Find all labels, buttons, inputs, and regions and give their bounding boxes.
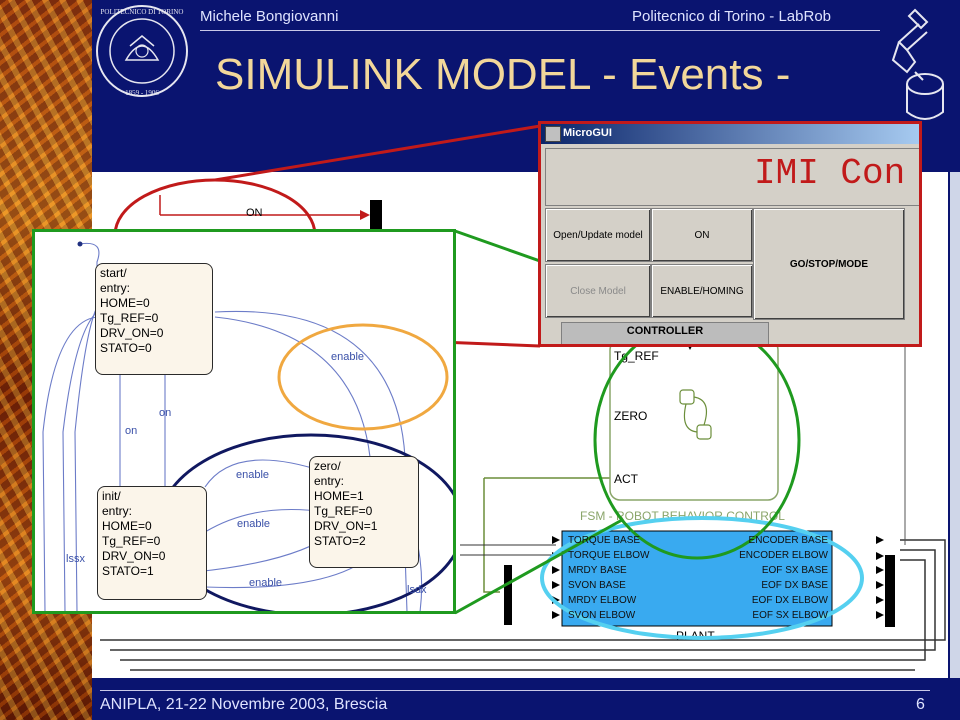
microgui-title: MicroGUI [563,127,612,139]
open-update-model-button[interactable]: Open/Update model [545,208,651,262]
plant-input-2: MRDY BASE [568,565,627,576]
orange-highlight-ellipse [277,323,449,431]
state-init-line: HOME=0 [102,519,152,533]
fsm-port-act: ACT [614,472,639,486]
plant-input-1: TORQUE ELBOW [568,550,650,561]
transition-label-enable: enable [236,469,270,481]
state-zero-line: STATO=2 [314,534,366,548]
plant-output-0: ENCODER BASE [748,535,828,546]
plant-output-3: EOF DX BASE [761,580,828,591]
state-zero-line: DRV_ON=1 [314,519,378,533]
plant-input-3: SVON BASE [568,580,626,591]
state-zero-line: HOME=1 [314,489,364,503]
transition-label-on: on [159,407,172,419]
state-start-line: HOME=0 [100,296,150,310]
state-init-line: Tg_REF=0 [102,534,161,548]
transition-label-enable: enable [331,351,365,363]
on-button[interactable]: ON [651,208,753,262]
state-zero-line: zero/ [314,459,341,473]
state-zero-line: entry: [314,474,345,488]
fsm-port-zero: ZERO [614,409,647,423]
transition-label-enable: enable [249,577,283,589]
transition-label-lssx: lssx [66,553,85,565]
footer-event: ANIPLA, 21-22 Novembre 2003, Brescia [100,696,388,713]
state-init-line: init/ [102,489,121,503]
plant-output-2: EOF SX BASE [761,565,828,576]
enable-homing-button[interactable]: ENABLE/HOMING [651,264,753,318]
state-start: start/ entry: HOME=0 Tg_REF=0 DRV_ON=0 S… [95,263,213,375]
window-app-icon [545,126,561,142]
state-zero: zero/ entry: HOME=1 Tg_REF=0 DRV_ON=1 ST… [309,456,419,568]
plant-output-1: ENCODER ELBOW [739,550,828,561]
state-init-line: entry: [102,504,133,518]
state-init-line: STATO=1 [102,564,154,578]
state-start-line: entry: [100,281,131,295]
microgui-titlebar: MicroGUI [541,124,919,144]
close-model-button[interactable]: Close Model [545,264,651,318]
stateflow-zoom-panel: start/ entry: HOME=0 Tg_REF=0 DRV_ON=0 S… [32,229,456,614]
plant-input-4: MRDY ELBOW [568,595,637,606]
microgui-window: MicroGUI IMI Con Open/Update model ON GO… [538,121,922,347]
state-start-line: start/ [100,266,127,280]
state-start-line: Tg_REF=0 [100,311,159,325]
plant-output-4: EOF DX ELBOW [751,595,828,606]
controller-label: CONTROLLER [561,322,769,344]
transition-label-on: on [125,425,138,437]
page-number: 6 [916,696,925,713]
go-stop-mode-button[interactable]: GO/STOP/MODE [753,208,905,320]
state-start-line: DRV_ON=0 [100,326,164,340]
transition-label-enable: enable [237,518,271,530]
microgui-banner-panel: IMI Con [545,148,919,206]
plant-input-5: SVON ELBOW [568,610,636,621]
microgui-banner: IMI Con [754,153,906,194]
transition-label-lsdx: lsdx [407,584,427,596]
plant-input-0: TORQUE BASE [568,535,641,546]
plant-output-5: EOF SX ELBOW [752,610,828,621]
state-init-line: DRV_ON=0 [102,549,166,563]
state-start-line: STATO=0 [100,341,152,355]
footer-divider [100,690,930,691]
state-zero-line: Tg_REF=0 [314,504,373,518]
state-init: init/ entry: HOME=0 Tg_REF=0 DRV_ON=0 ST… [97,486,207,600]
on-signal-label: ON [246,207,263,219]
